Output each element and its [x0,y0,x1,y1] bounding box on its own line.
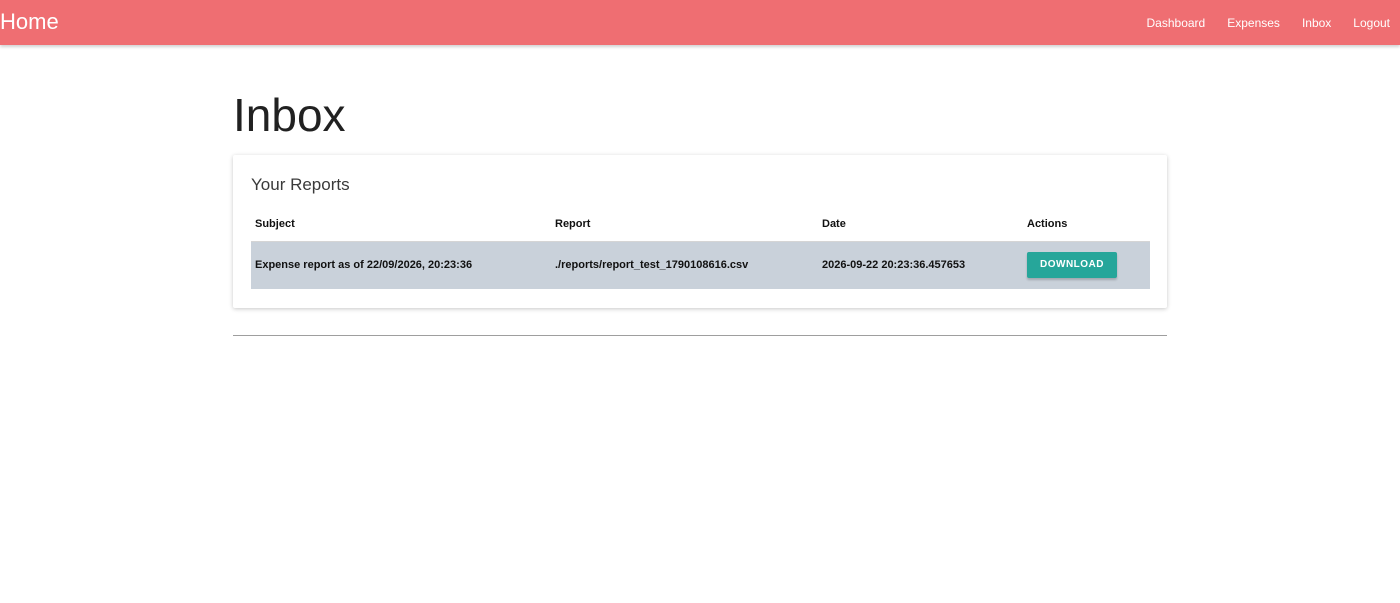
cell-report: ./reports/report_test_1790108616.csv [551,241,818,289]
download-button[interactable]: Download [1027,252,1117,279]
content-divider [233,335,1167,336]
header-date: Date [818,207,1023,242]
header-report: Report [551,207,818,242]
cell-subject: Expense report as of 22/09/2026, 20:23:3… [251,241,551,289]
table-header-row: Subject Report Date Actions [251,207,1150,242]
table-row: Expense report as of 22/09/2026, 20:23:3… [251,241,1150,289]
nav-link-inbox[interactable]: Inbox [1302,16,1331,30]
reports-card: Your Reports Subject Report Date Actions… [233,155,1167,308]
reports-card-title: Your Reports [251,175,350,194]
nav-links: Dashboard Expenses Inbox Logout [1125,0,1390,45]
top-navbar: Home Dashboard Expenses Inbox Logout [0,0,1400,45]
cell-actions: Download [1023,241,1150,289]
header-actions: Actions [1023,207,1150,242]
reports-table: Subject Report Date Actions Expense repo… [251,207,1150,289]
nav-link-logout[interactable]: Logout [1353,16,1390,30]
nav-link-dashboard[interactable]: Dashboard [1147,16,1206,30]
cell-date: 2026-09-22 20:23:36.457653 [818,241,1023,289]
nav-link-expenses[interactable]: Expenses [1227,16,1280,30]
brand-home-link[interactable]: Home [0,8,59,36]
header-subject: Subject [251,207,551,242]
page-title: Inbox [233,89,346,141]
